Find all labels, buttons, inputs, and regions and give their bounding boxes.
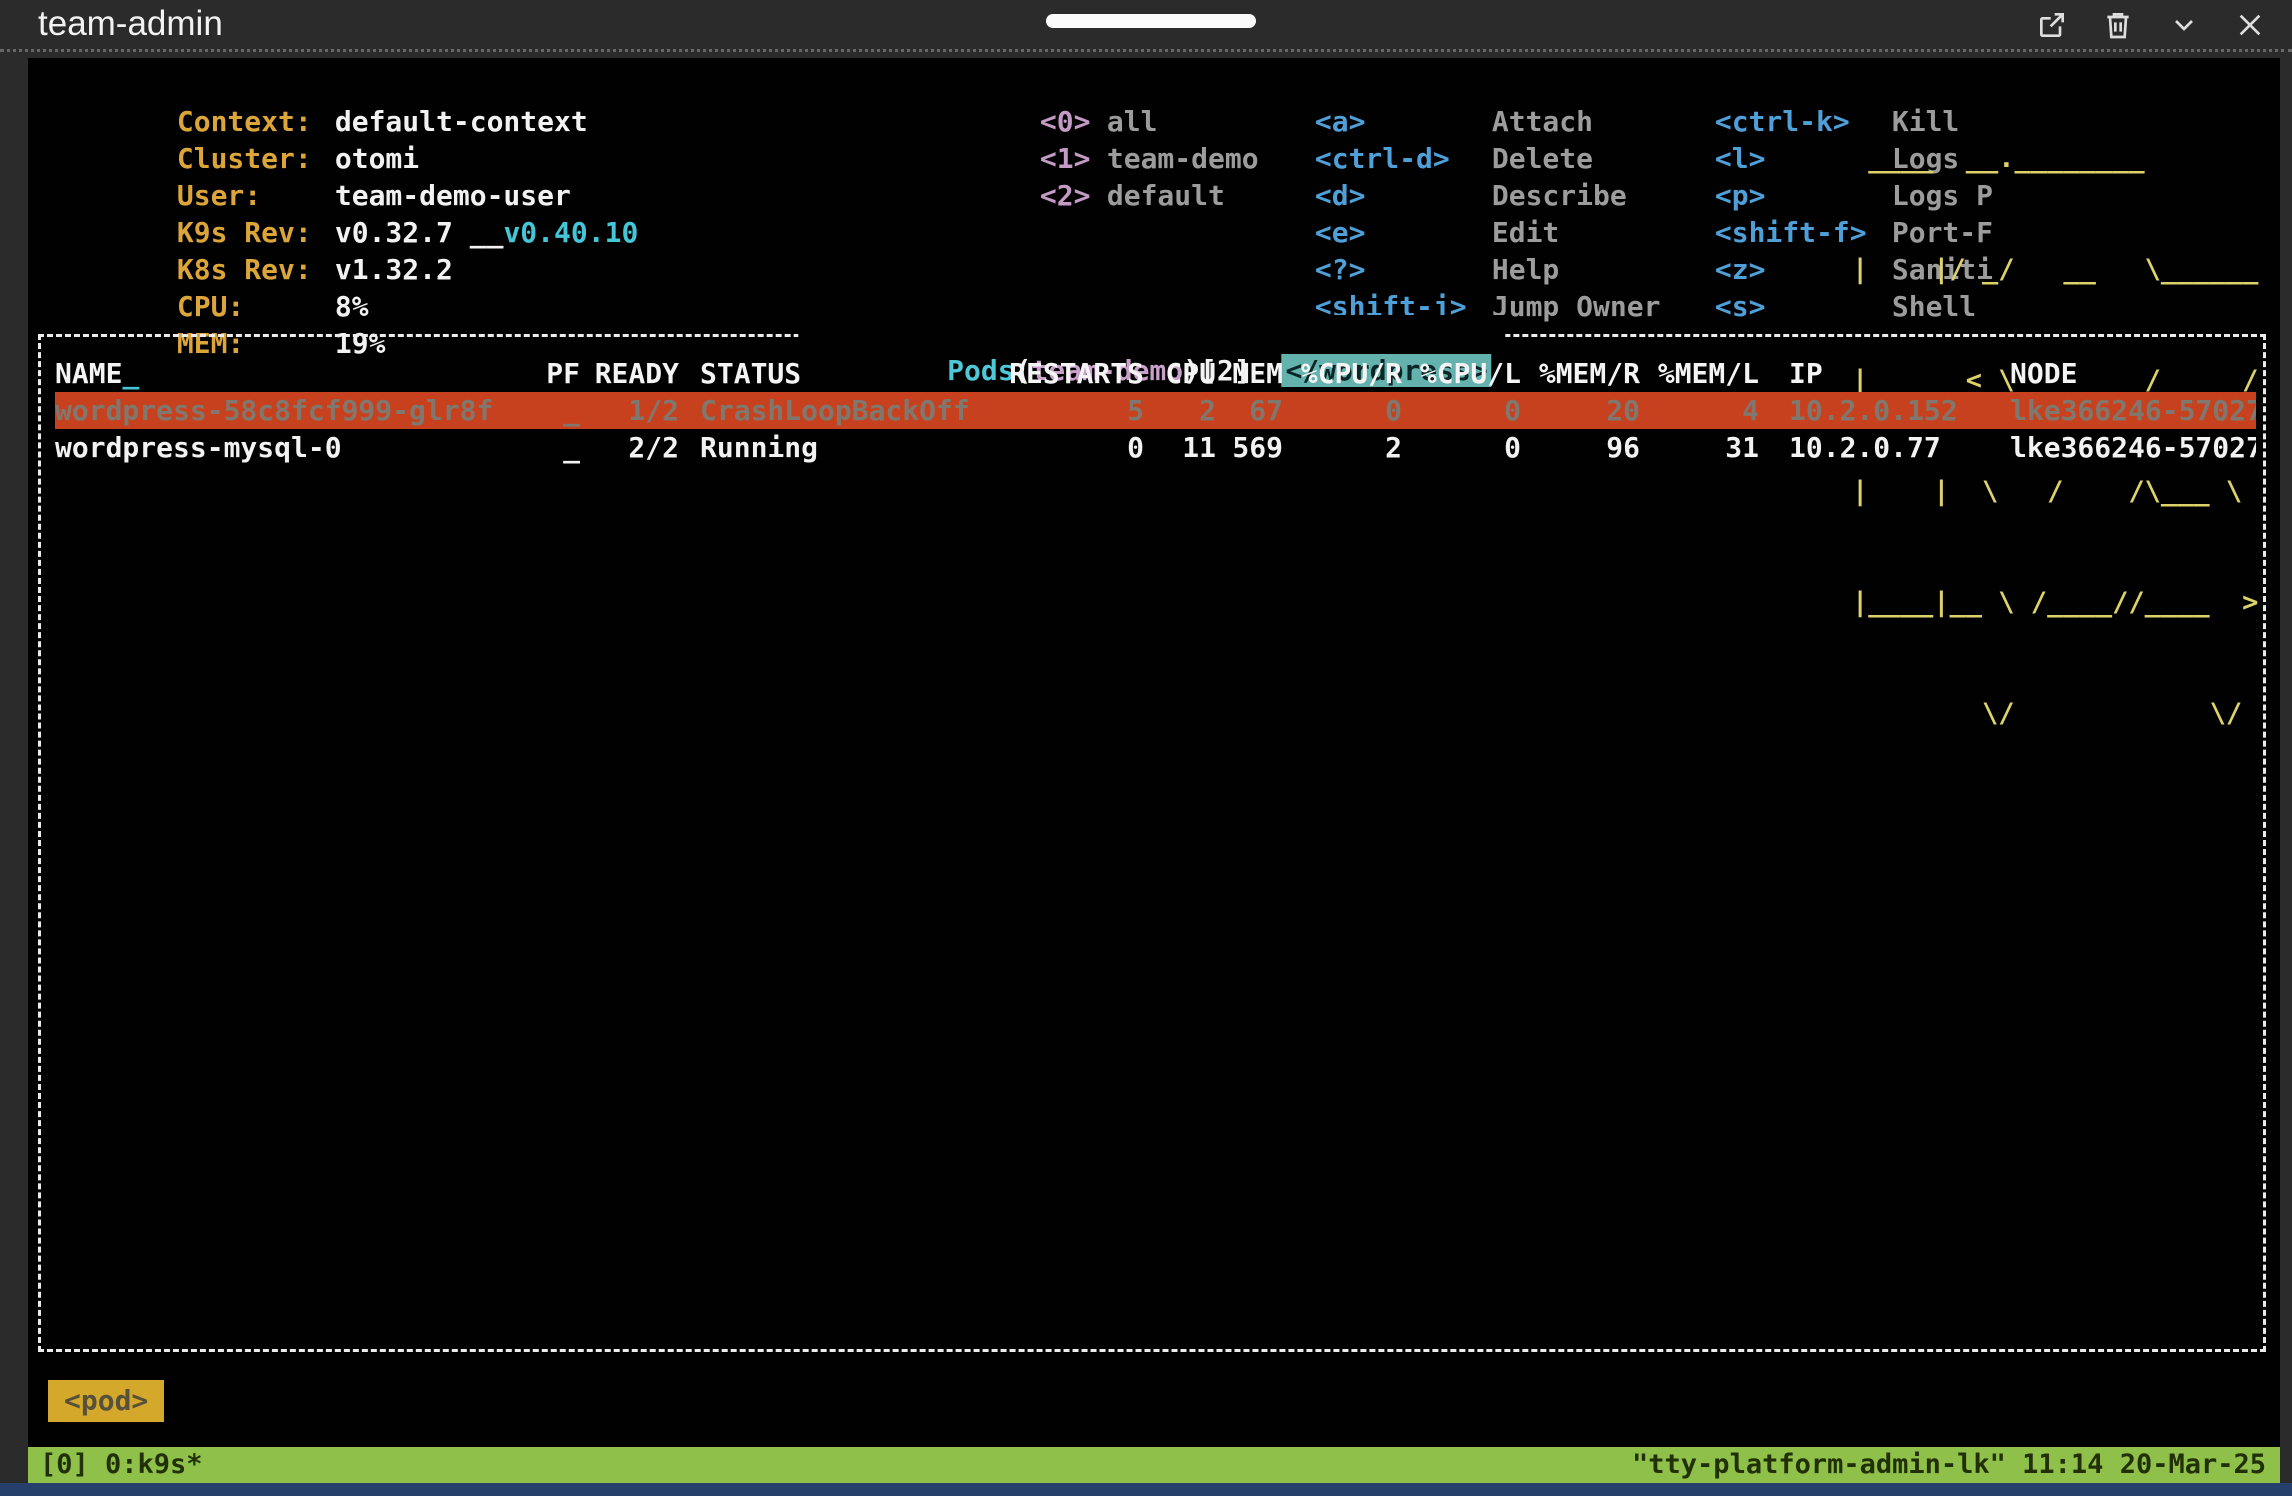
cell-node: lke366246-570275	[1981, 429, 2256, 466]
cell-pf: _	[545, 392, 580, 429]
context-label: Context:	[177, 103, 335, 140]
cpu-label: CPU:	[177, 288, 335, 325]
cell-cpu: 11	[1144, 429, 1216, 466]
k9s-rev-label: K9s Rev:	[177, 214, 335, 251]
cell-mem: 569	[1216, 429, 1283, 466]
terminal-content: Context:default-context Cluster:otomi Us…	[28, 58, 2280, 1483]
hotkey-label: Attach	[1492, 105, 1593, 138]
header-pf[interactable]: PF	[545, 355, 580, 392]
cell-ip: 10.2.0.77	[1759, 429, 1981, 466]
hotkey-key: <ctrl-d>	[1315, 140, 1492, 177]
hotkey-label: Delete	[1492, 142, 1593, 175]
pod-table-header: NAME_ PF READY STATUS RESTARTS CPU MEM %…	[55, 355, 2256, 392]
hotkey-label: all	[1107, 105, 1158, 138]
hotkey-key: <a>	[1315, 103, 1492, 140]
context-row: Context:default-context	[42, 66, 638, 103]
header-cpu-l[interactable]: %CPU/L	[1402, 355, 1521, 392]
sort-indicator: _	[122, 357, 139, 390]
open-external-button[interactable]	[2028, 5, 2076, 45]
cell-restarts: 0	[1009, 429, 1144, 466]
context-value: default-context	[335, 105, 588, 138]
cell-status: Running	[679, 429, 1009, 466]
chevron-down-icon	[2168, 9, 2200, 41]
pod-table: NAME_ PF READY STATUS RESTARTS CPU MEM %…	[55, 355, 2256, 466]
hotkey-key: <e>	[1315, 214, 1492, 251]
tmux-host-datetime: "tty-platform-admin-lk" 11:14 20-Mar-25	[1632, 1447, 2280, 1483]
cell-cpu-l: 0	[1402, 429, 1521, 466]
header-cpu-r[interactable]: %CPU/R	[1283, 355, 1402, 392]
cell-pf: _	[545, 429, 580, 466]
trash-button[interactable]	[2094, 5, 2142, 45]
hotkey-key: <2>	[1040, 177, 1107, 214]
titlebar-actions	[2028, 5, 2274, 45]
header-ip[interactable]: IP	[1759, 355, 1981, 392]
cell-cpu-r: 0	[1283, 392, 1402, 429]
k9s-rev-separator: __	[470, 216, 504, 249]
logo-line: ____ __.________	[1852, 140, 2258, 177]
open-external-icon	[2036, 9, 2068, 41]
cell-ready: 2/2	[580, 429, 679, 466]
cell-cpu: 2	[1144, 392, 1216, 429]
hotkey-key: <0>	[1040, 103, 1107, 140]
close-icon	[2234, 9, 2266, 41]
menu-button[interactable]	[2160, 5, 2208, 45]
cell-restarts: 5	[1009, 392, 1144, 429]
cell-name: wordpress-mysql-0	[55, 429, 545, 466]
header-status[interactable]: STATUS	[679, 355, 1009, 392]
cell-cpu-r: 2	[1283, 429, 1402, 466]
window-drag-handle[interactable]	[1046, 14, 1256, 28]
k9s-rev-value: v0.32.7	[335, 216, 470, 249]
pod-row-wordpress-mysql[interactable]: wordpress-mysql-0 _ 2/2 Running 0 11 569…	[55, 429, 2256, 466]
k9s-rev-upgrade: v0.40.10	[503, 216, 638, 249]
cluster-info: Context:default-context Cluster:otomi Us…	[42, 66, 638, 325]
cpu-value: 8%	[335, 290, 369, 323]
user-label: User:	[177, 177, 335, 214]
cell-name: wordpress-58c8fcf999-glr8f	[55, 392, 545, 429]
header-ready[interactable]: READY	[580, 355, 679, 392]
close-button[interactable]	[2226, 5, 2274, 45]
breadcrumb-pod-badge: <pod>	[48, 1380, 164, 1422]
hotkey-label: Edit	[1492, 216, 1559, 249]
window-title: team-admin	[38, 4, 223, 44]
header-node[interactable]: NODE	[1981, 355, 2256, 392]
cell-ip: 10.2.0.152	[1759, 392, 1981, 429]
cell-mem: 67	[1216, 392, 1283, 429]
background-window-strip	[0, 1483, 2292, 1496]
logo-line: | |/ _/ __ \______	[1852, 251, 2258, 288]
k8s-rev-label: K8s Rev:	[177, 251, 335, 288]
trash-icon	[2102, 9, 2134, 41]
header-cpu[interactable]: CPU	[1144, 355, 1216, 392]
cell-status: CrashLoopBackOff	[679, 392, 1009, 429]
k9s-terminal-window: team-admin	[0, 0, 2292, 1496]
cell-mem-r: 96	[1521, 429, 1640, 466]
tmux-session-info: [0] 0:k9s*	[28, 1447, 203, 1483]
cell-cpu-l: 0	[1402, 392, 1521, 429]
hotkey-key: <?>	[1315, 251, 1492, 288]
pods-panel: Pods(team-demo)[2] </wordpress> NAME_ PF…	[38, 334, 2266, 1352]
hotkey-label: Help	[1492, 253, 1559, 286]
tmux-status-bar: [0] 0:k9s* "tty-platform-admin-lk" 11:14…	[28, 1447, 2280, 1483]
pod-row-wordpress[interactable]: wordpress-58c8fcf999-glr8f _ 1/2 CrashLo…	[55, 392, 2256, 429]
hotkey-key: <1>	[1040, 140, 1107, 177]
cell-mem-l: 4	[1640, 392, 1759, 429]
cell-mem-l: 31	[1640, 429, 1759, 466]
k8s-rev-value: v1.32.2	[335, 253, 453, 286]
window-titlebar: team-admin	[0, 0, 2292, 52]
header-restarts[interactable]: RESTARTS	[1009, 355, 1144, 392]
hotkey-key: <d>	[1315, 177, 1492, 214]
user-value: team-demo-user	[335, 179, 571, 212]
header-mem-l[interactable]: %MEM/L	[1640, 355, 1759, 392]
cell-mem-r: 20	[1521, 392, 1640, 429]
cell-ready: 1/2	[580, 392, 679, 429]
header-mem-r[interactable]: %MEM/R	[1521, 355, 1640, 392]
header-name[interactable]: NAME_	[55, 355, 545, 392]
header-mem[interactable]: MEM	[1216, 355, 1283, 392]
cell-node: lke366246-570275	[1981, 392, 2256, 429]
cluster-value: otomi	[335, 142, 419, 175]
cluster-label: Cluster:	[177, 140, 335, 177]
